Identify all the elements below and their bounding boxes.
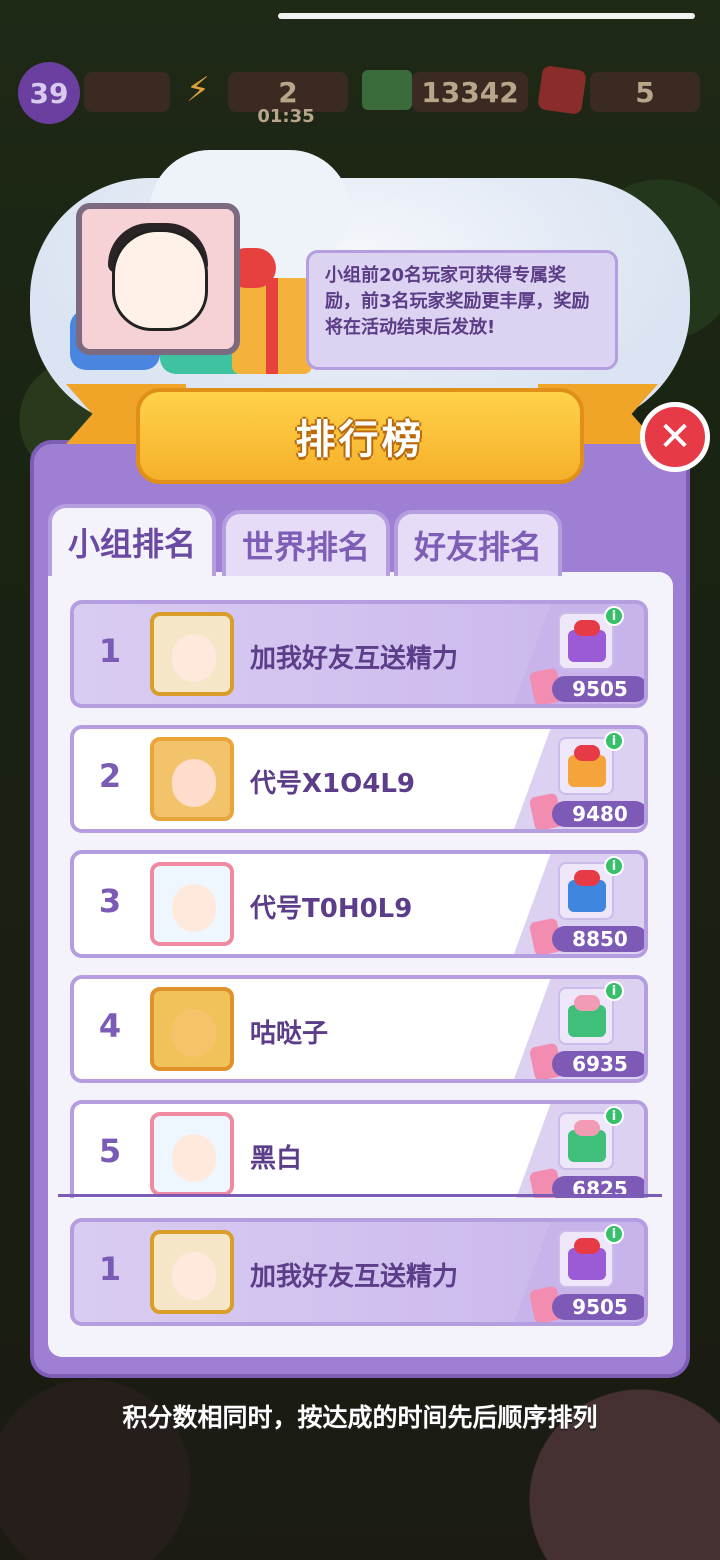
rank-number: 1: [98, 632, 122, 670]
my-rank-row[interactable]: 1 加我好友互送精力 i 9505: [70, 1218, 648, 1326]
avatar[interactable]: [150, 1112, 234, 1196]
tab-group-ranking[interactable]: 小组排名: [48, 504, 216, 576]
level-progress: [84, 72, 170, 112]
info-icon[interactable]: i: [604, 981, 624, 1001]
score: 9505: [552, 676, 644, 702]
player-name: 代号X1O4L9: [250, 769, 415, 799]
ranking-rule-note: 积分数相同时，按达成的时间先后顺序排列: [122, 1403, 598, 1432]
player-name: 黑白: [250, 1144, 303, 1174]
player-name: 代号T0H0L9: [250, 894, 413, 924]
gem-icon: [537, 65, 587, 115]
close-icon: ✕: [658, 414, 692, 460]
my-rank-section: 1 加我好友互送精力 i 9505: [48, 1200, 673, 1340]
avatar[interactable]: [150, 862, 234, 946]
leaderboard-row[interactable]: 5 黑白 i 6825: [70, 1100, 648, 1198]
featured-avatar-frame: [76, 203, 240, 355]
avatar[interactable]: [150, 612, 234, 696]
info-icon[interactable]: i: [604, 1106, 624, 1126]
info-icon[interactable]: i: [604, 1224, 624, 1244]
avatar[interactable]: [150, 1230, 234, 1314]
reward-tip: 小组前20名玩家可获得专属奖励，前3名玩家奖励更丰厚，奖励将在活动结束后发放!: [306, 250, 618, 370]
player-name: 加我好友互送精力: [250, 1262, 459, 1292]
rank-number: 2: [98, 757, 122, 795]
cash-counter: 13342: [412, 72, 528, 112]
level-badge: 39: [18, 62, 80, 124]
info-icon[interactable]: i: [604, 731, 624, 751]
leaderboard-row[interactable]: 2 代号X1O4L9 i 9480: [70, 725, 648, 833]
gem-counter: 5: [590, 72, 700, 112]
leaderboard-list[interactable]: 1 加我好友互送精力 i 9505 2 代号X1O4L9 i 9480 3 代号…: [48, 580, 673, 1198]
featured-avatar-face: [112, 229, 208, 331]
score: 9505: [552, 1294, 644, 1320]
player-name: 加我好友互送精力: [250, 644, 459, 674]
reward-gift-gold: [226, 248, 312, 374]
leaderboard-row[interactable]: 4 咕哒子 i 6935: [70, 975, 648, 1083]
info-icon[interactable]: i: [604, 606, 624, 626]
title-ribbon: 排行榜: [136, 388, 584, 484]
score: 8850: [552, 926, 644, 952]
leaderboard-row[interactable]: 1 加我好友互送精力 i 9505: [70, 600, 648, 708]
rank-number: 3: [98, 882, 122, 920]
page-title: 排行榜: [295, 417, 425, 463]
energy-timer: 01:35: [257, 106, 315, 127]
rank-number: 5: [98, 1132, 122, 1170]
rank-number: 4: [98, 1007, 122, 1045]
rank-number: 1: [98, 1250, 122, 1288]
info-icon[interactable]: i: [604, 856, 624, 876]
energy-icon: ⚡: [186, 70, 210, 110]
close-button[interactable]: ✕: [640, 402, 710, 472]
cash-icon: [362, 70, 412, 110]
avatar[interactable]: [150, 737, 234, 821]
leaderboard-row[interactable]: 3 代号T0H0L9 i 8850: [70, 850, 648, 958]
list-divider: [58, 1194, 662, 1197]
tab-world-ranking[interactable]: 世界排名: [222, 510, 390, 576]
score: 9480: [552, 801, 644, 827]
player-name: 咕哒子: [250, 1019, 329, 1049]
score: 6935: [552, 1051, 644, 1077]
status-bar-indicator: [278, 13, 695, 19]
avatar[interactable]: [150, 987, 234, 1071]
tab-friend-ranking[interactable]: 好友排名: [394, 510, 562, 576]
